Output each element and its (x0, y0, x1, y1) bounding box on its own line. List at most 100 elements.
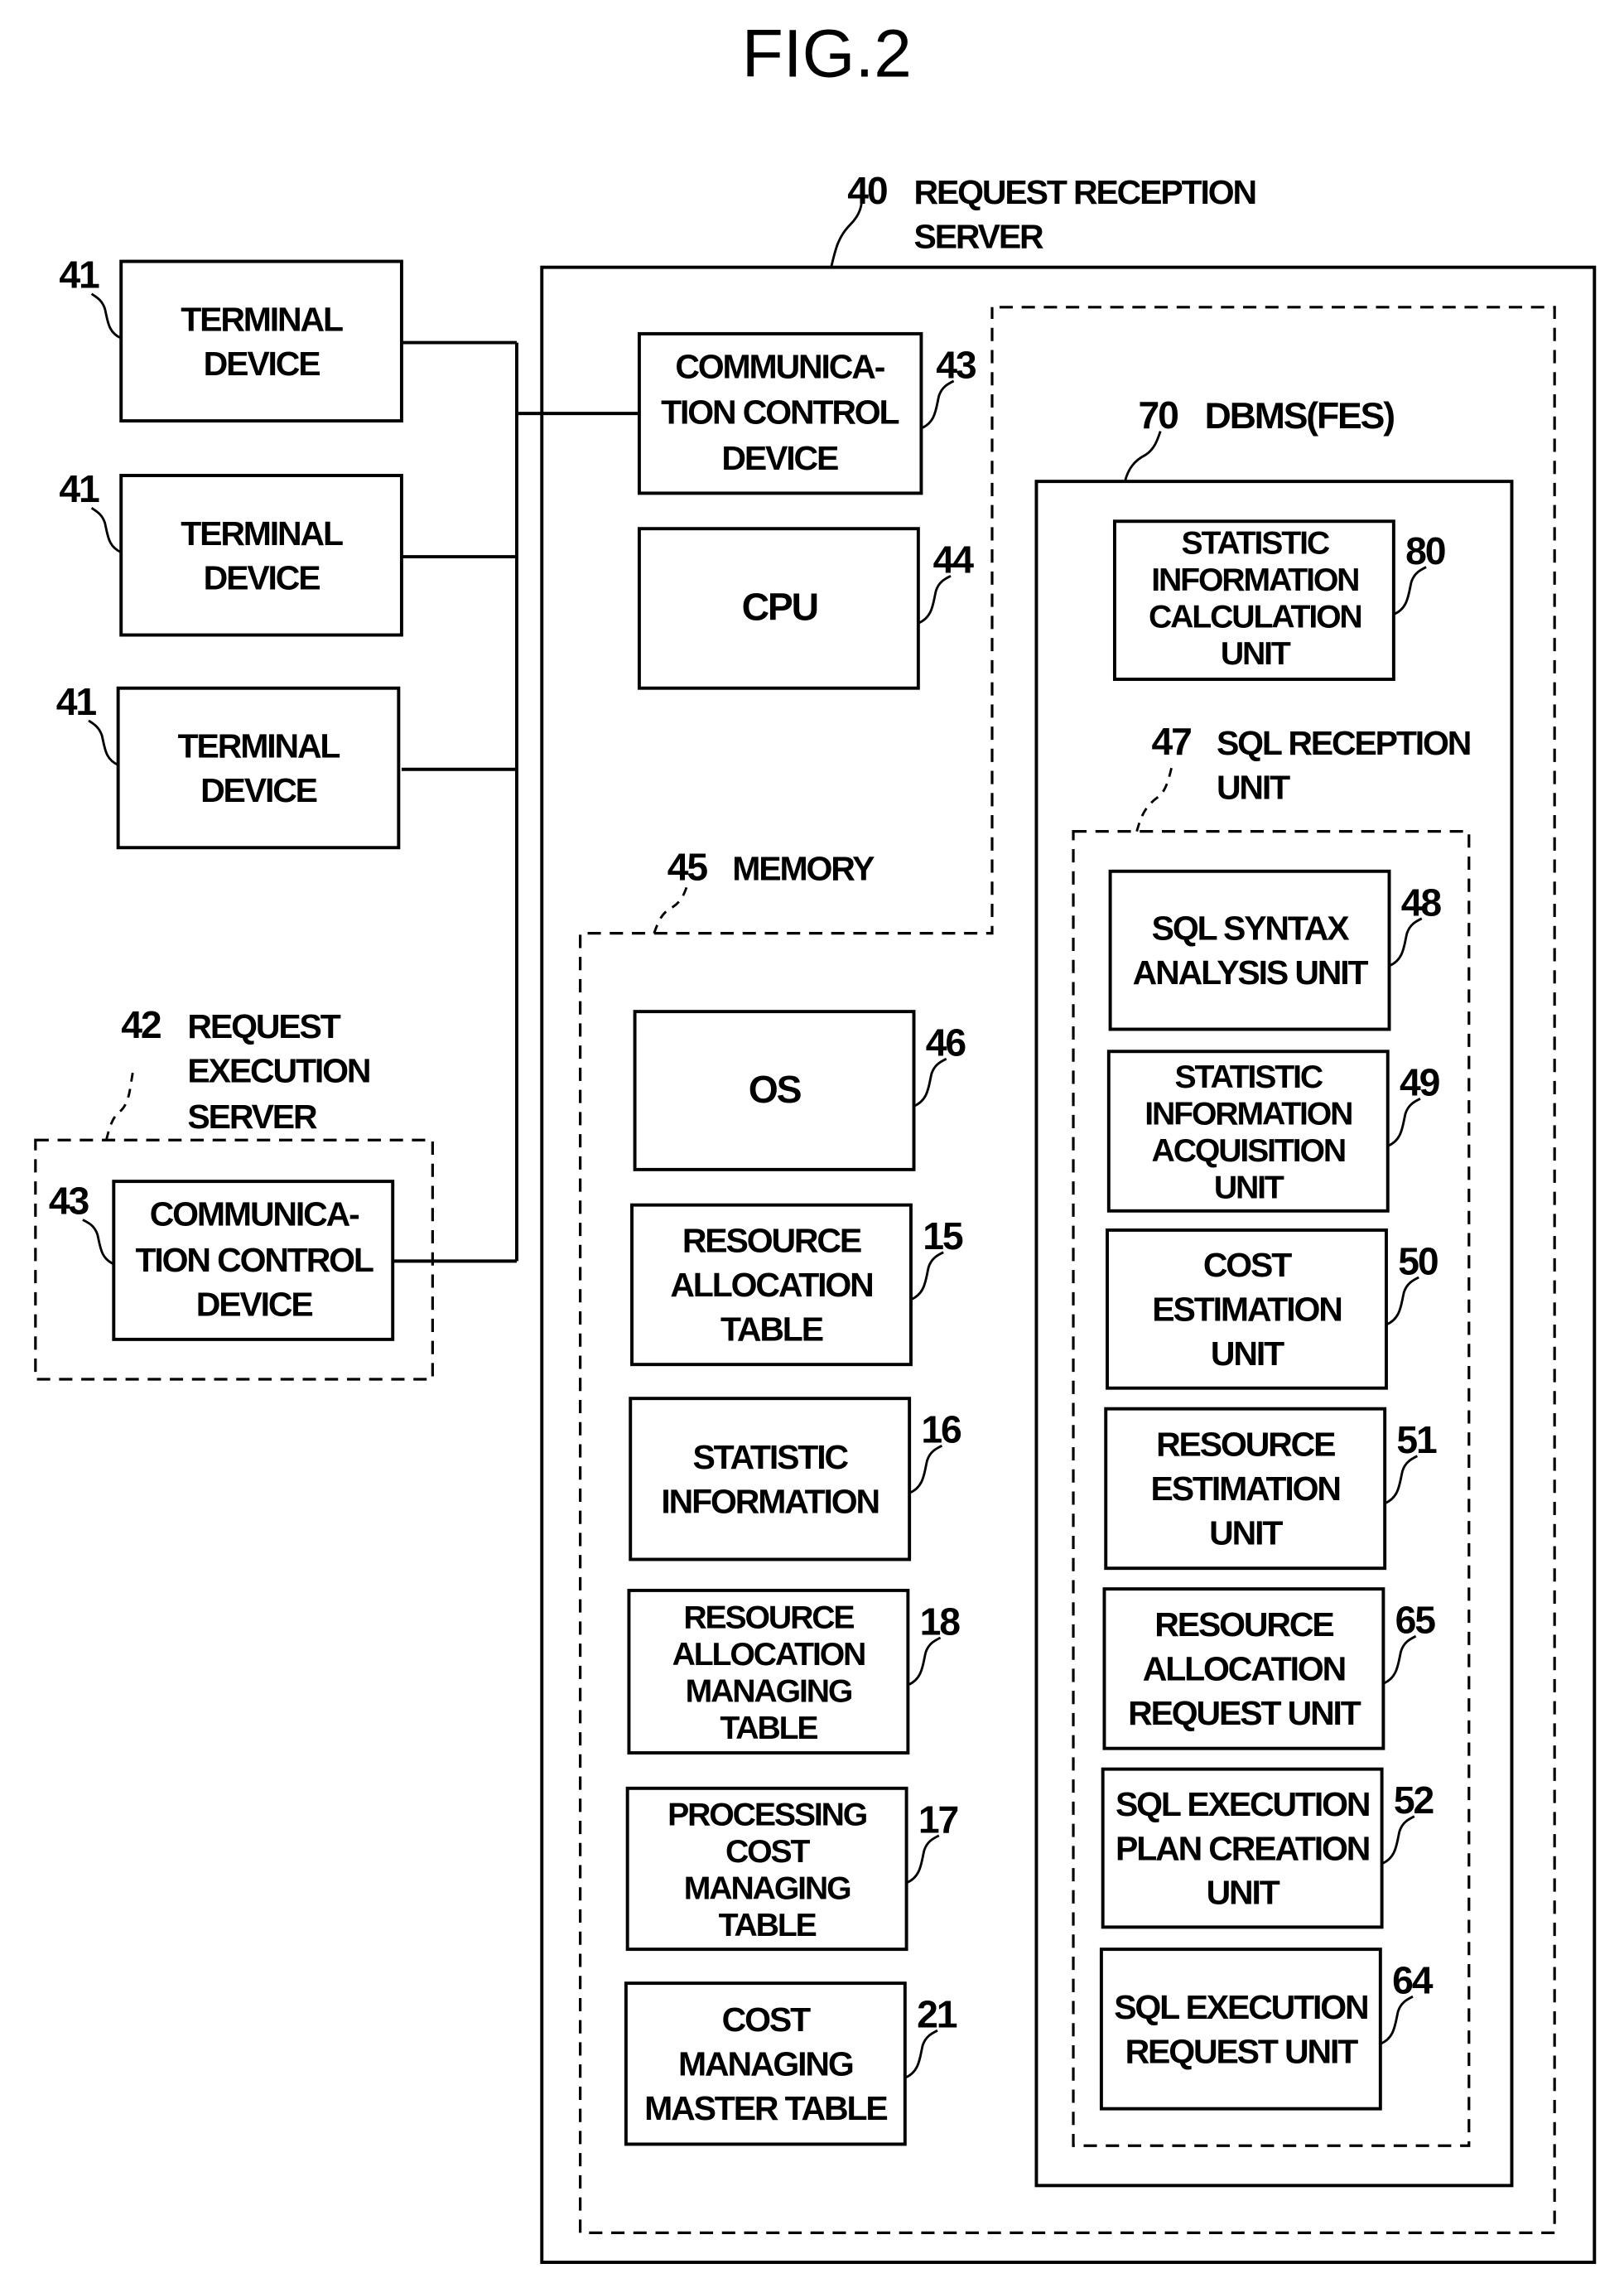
dbms-label: DBMS(FES) (1205, 396, 1395, 437)
sql-execution-plan-creation-unit-line-2: PLAN CREATION (1116, 1829, 1369, 1867)
cpu-label: CPU (742, 586, 817, 629)
cost-estimation-unit-line-1: COST (1203, 1246, 1292, 1284)
request-reception-server-label-line2: SERVER (914, 217, 1044, 255)
terminal-device-2-leader (90, 507, 122, 554)
resource-estimation-unit-line-1: RESOURCE (1156, 1426, 1335, 1464)
resource-allocation-request-unit-line-2: ALLOCATION (1143, 1650, 1345, 1688)
memory-ref: 45 (667, 845, 708, 888)
resource-allocation-managing-table-line-1: RESOURCE (683, 1600, 854, 1635)
request-execution-server-label-line1: REQUEST (187, 1007, 340, 1045)
sql-execution-request-unit-box (1099, 1948, 1382, 2111)
sql-syntax-analysis-unit-box (1108, 869, 1391, 1031)
comm-line2: TION CONTROL (661, 393, 899, 432)
processing-cost-managing-table-ref: 17 (918, 1798, 958, 1841)
cost-managing-master-table-line-1: COST (722, 2001, 811, 2039)
stat-calc-ref: 80 (1405, 529, 1445, 572)
statistic-information-line-2: INFORMATION (661, 1482, 879, 1520)
statistic-information-acquisition-unit-line-3: ACQUISITION (1152, 1133, 1345, 1169)
sql-execution-plan-creation-unit-line-3: UNIT (1207, 1874, 1280, 1912)
resource-estimation-unit-line-3: UNIT (1209, 1514, 1283, 1552)
terminal-device-3-line-1: TERMINAL (178, 727, 340, 765)
request-execution-server-label-line2: EXECUTION (187, 1052, 369, 1090)
request-reception-server-ref: 40 (847, 169, 887, 212)
sql-execution-plan-creation-unit-line-1: SQL EXECUTION (1116, 1785, 1369, 1823)
cpu-ref: 44 (933, 538, 975, 582)
sql-execution-request-unit-line-1: SQL EXECUTION (1114, 1988, 1367, 2026)
dbms-ref: 70 (1138, 393, 1178, 437)
terminal-device-2-line-1: TERMINAL (181, 514, 343, 553)
resource-allocation-table-ref: 15 (923, 1214, 963, 1257)
sql-execution-request-unit-line-2: REQUEST UNIT (1125, 2032, 1359, 2070)
terminal-device-1: TERMINAL DEVICE 41 (59, 253, 403, 423)
memory-label: MEMORY (732, 849, 875, 887)
comm-line1: COMMUNICA- (675, 347, 884, 385)
sql-syntax-analysis-unit-line-2: ANALYSIS UNIT (1133, 953, 1369, 992)
processing-cost-managing-table-line-1: PROCESSING (667, 1797, 867, 1832)
resource-allocation-managing-table-line-3: MANAGING (686, 1674, 852, 1710)
resource-estimation-unit-line-2: ESTIMATION (1151, 1470, 1340, 1508)
terminal-device-2-box (119, 474, 403, 637)
resource-allocation-request-unit-line-3: REQUEST UNIT (1128, 1694, 1361, 1732)
cost-estimation-unit-line-3: UNIT (1211, 1335, 1284, 1373)
resource-allocation-request-unit-line-1: RESOURCE (1154, 1605, 1333, 1643)
request-execution-server: 42 REQUEST EXECUTION SERVER COMMUNICA- T… (34, 1003, 434, 1381)
terminal-device-2-line-2: DEVICE (204, 558, 320, 596)
comm-ref: 43 (936, 343, 976, 386)
resource-allocation-managing-table-line-2: ALLOCATION (672, 1637, 865, 1672)
resource-estimation-unit-ref: 51 (1396, 1418, 1437, 1461)
statistic-information-ref: 16 (921, 1408, 961, 1451)
exec-comm-leader (82, 1219, 114, 1266)
terminal-device-1-box (119, 259, 403, 423)
resource-allocation-managing-table-ref: 18 (920, 1600, 961, 1643)
sql-execution-request-unit-ref: 64 (1392, 1959, 1434, 2002)
os-line-1: OS (749, 1068, 802, 1111)
resource-allocation-request-unit-ref: 65 (1395, 1599, 1436, 1642)
cost-managing-master-table-ref: 21 (917, 1993, 957, 2036)
processing-cost-managing-table-line-4: TABLE (719, 1908, 817, 1943)
cost-estimation-unit-line-2: ESTIMATION (1152, 1291, 1341, 1329)
cost-managing-master-table-line-3: MASTER TABLE (644, 2089, 887, 2127)
terminal-device-3-box (116, 686, 401, 850)
request-reception-server-label-line1: REQUEST RECEPTION (914, 173, 1255, 211)
terminal-device-1-line-1: TERMINAL (181, 300, 343, 338)
resource-allocation-table-line-1: RESOURCE (682, 1222, 861, 1260)
request-execution-server-leader (105, 1071, 134, 1141)
stat-calc-line1: STATISTIC (1182, 525, 1330, 561)
cost-estimation-unit-ref: 50 (1398, 1239, 1438, 1282)
stat-calc-line2: INFORMATION (1151, 562, 1358, 598)
resource-allocation-managing-table-line-4: TABLE (720, 1711, 817, 1746)
sql-syntax-analysis-unit-line-1: SQL SYNTAX (1152, 910, 1350, 948)
statistic-information-acquisition-unit-line-2: INFORMATION (1145, 1096, 1352, 1132)
statistic-information-acquisition-unit-line-1: STATISTIC (1175, 1059, 1323, 1095)
statistic-information-box (629, 1397, 912, 1561)
figure-title: FIG.2 (742, 17, 912, 92)
sql-reception-ref: 47 (1152, 720, 1192, 763)
terminal-device-3-line-2: DEVICE (200, 771, 317, 809)
terminal-device-3-leader (88, 719, 119, 766)
resource-allocation-table-line-3: TABLE (720, 1310, 823, 1349)
terminal-device-1-leader (90, 292, 122, 340)
cost-managing-master-table-line-2: MANAGING (678, 2045, 853, 2083)
sql-reception-label-line1: SQL RECEPTION (1217, 724, 1470, 762)
sql-execution-plan-creation-unit-ref: 52 (1394, 1779, 1434, 1822)
statistic-information-acquisition-unit-ref: 49 (1400, 1061, 1440, 1104)
request-execution-server-ref: 42 (121, 1003, 161, 1046)
request-execution-server-label-line3: SERVER (187, 1098, 317, 1136)
exec-comm-line3: DEVICE (196, 1285, 313, 1323)
terminal-device-2: TERMINAL DEVICE 41 (59, 467, 403, 637)
terminal-device-1-line-2: DEVICE (204, 345, 320, 383)
sql-reception-label-line2: UNIT (1217, 768, 1290, 806)
processing-cost-managing-table-line-2: COST (725, 1834, 811, 1870)
comm-line3: DEVICE (721, 439, 838, 477)
os-ref: 46 (926, 1021, 966, 1064)
stat-calc-line3: CALCULATION (1149, 600, 1361, 635)
resource-allocation-table-line-2: ALLOCATION (670, 1266, 872, 1304)
statistic-information-acquisition-unit-line-4: UNIT (1214, 1170, 1284, 1206)
exec-comm-line1: COMMUNICA- (150, 1195, 359, 1233)
exec-comm-line2: TION CONTROL (135, 1241, 373, 1279)
terminal-device-2-ref: 41 (59, 467, 99, 510)
stat-calc-line4: UNIT (1221, 636, 1291, 672)
sql-syntax-analysis-unit-ref: 48 (1401, 881, 1442, 924)
terminal-device-3: TERMINAL DEVICE 41 (56, 680, 401, 850)
terminal-device-3-ref: 41 (56, 680, 97, 723)
